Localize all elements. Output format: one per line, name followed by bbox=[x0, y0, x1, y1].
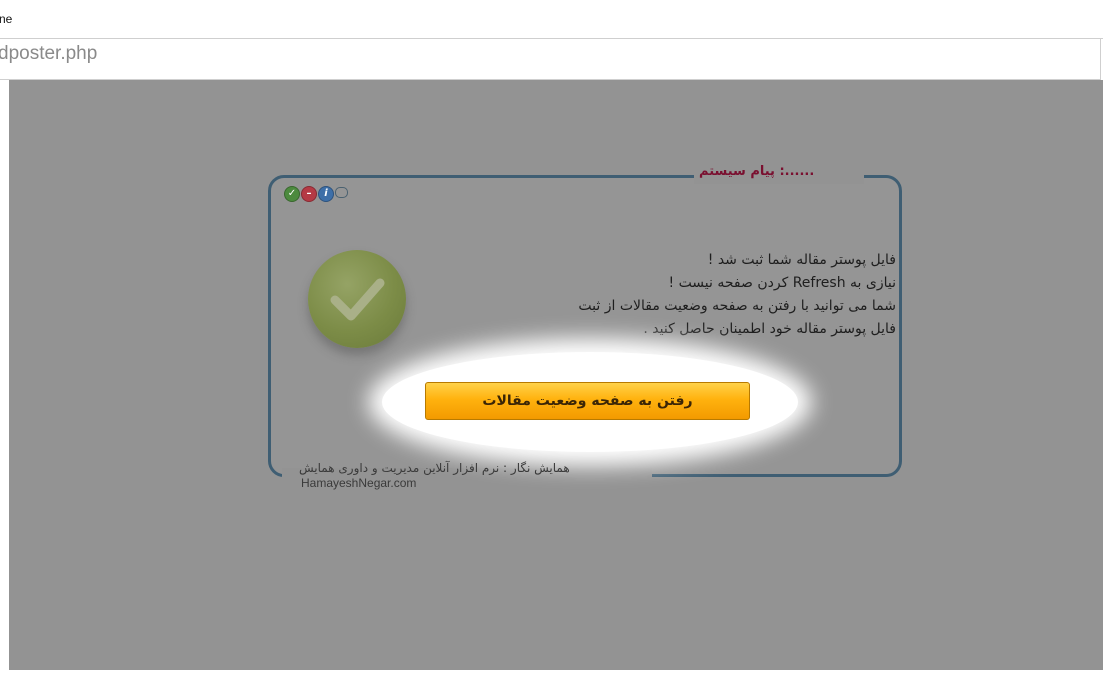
page-edge bbox=[0, 80, 9, 681]
dialog-title: ......: پیام سیستم bbox=[699, 164, 815, 179]
message-line: شما می توانید با رفتن به صفحه وضعیت مقال… bbox=[578, 298, 896, 314]
page-bottom-edge bbox=[0, 670, 1103, 681]
address-url[interactable]: dposter.php bbox=[0, 43, 97, 65]
info-icon: i bbox=[318, 186, 334, 202]
dialog-message: فایل پوستر مقاله شما ثبت شد ! نیازی به R… bbox=[440, 249, 896, 341]
message-line: فایل پوستر مقاله شما ثبت شد ! bbox=[707, 252, 896, 268]
browser-title-bar: ne bbox=[0, 0, 1103, 39]
check-icon: ✓ bbox=[284, 186, 300, 202]
chat-bubble-icon bbox=[335, 187, 348, 198]
message-line: فایل پوستر مقاله خود اطمینان حاصل کنید . bbox=[643, 321, 896, 337]
footer-caption: همایش نگار : نرم افزار آنلاین مدیریت و د… bbox=[299, 461, 570, 475]
address-bar[interactable]: dposter.php bbox=[0, 39, 1101, 80]
close-icon: – bbox=[301, 186, 317, 202]
success-check-icon bbox=[308, 250, 406, 348]
go-to-articles-status-button[interactable]: رفتن به صفحه وضعیت مقالات bbox=[425, 382, 750, 420]
window-title: ne bbox=[0, 12, 13, 26]
message-line: نیازی به Refresh کردن صفحه نیست ! bbox=[668, 275, 897, 291]
footer-site-link[interactable]: HamayeshNegar.com bbox=[301, 476, 416, 490]
